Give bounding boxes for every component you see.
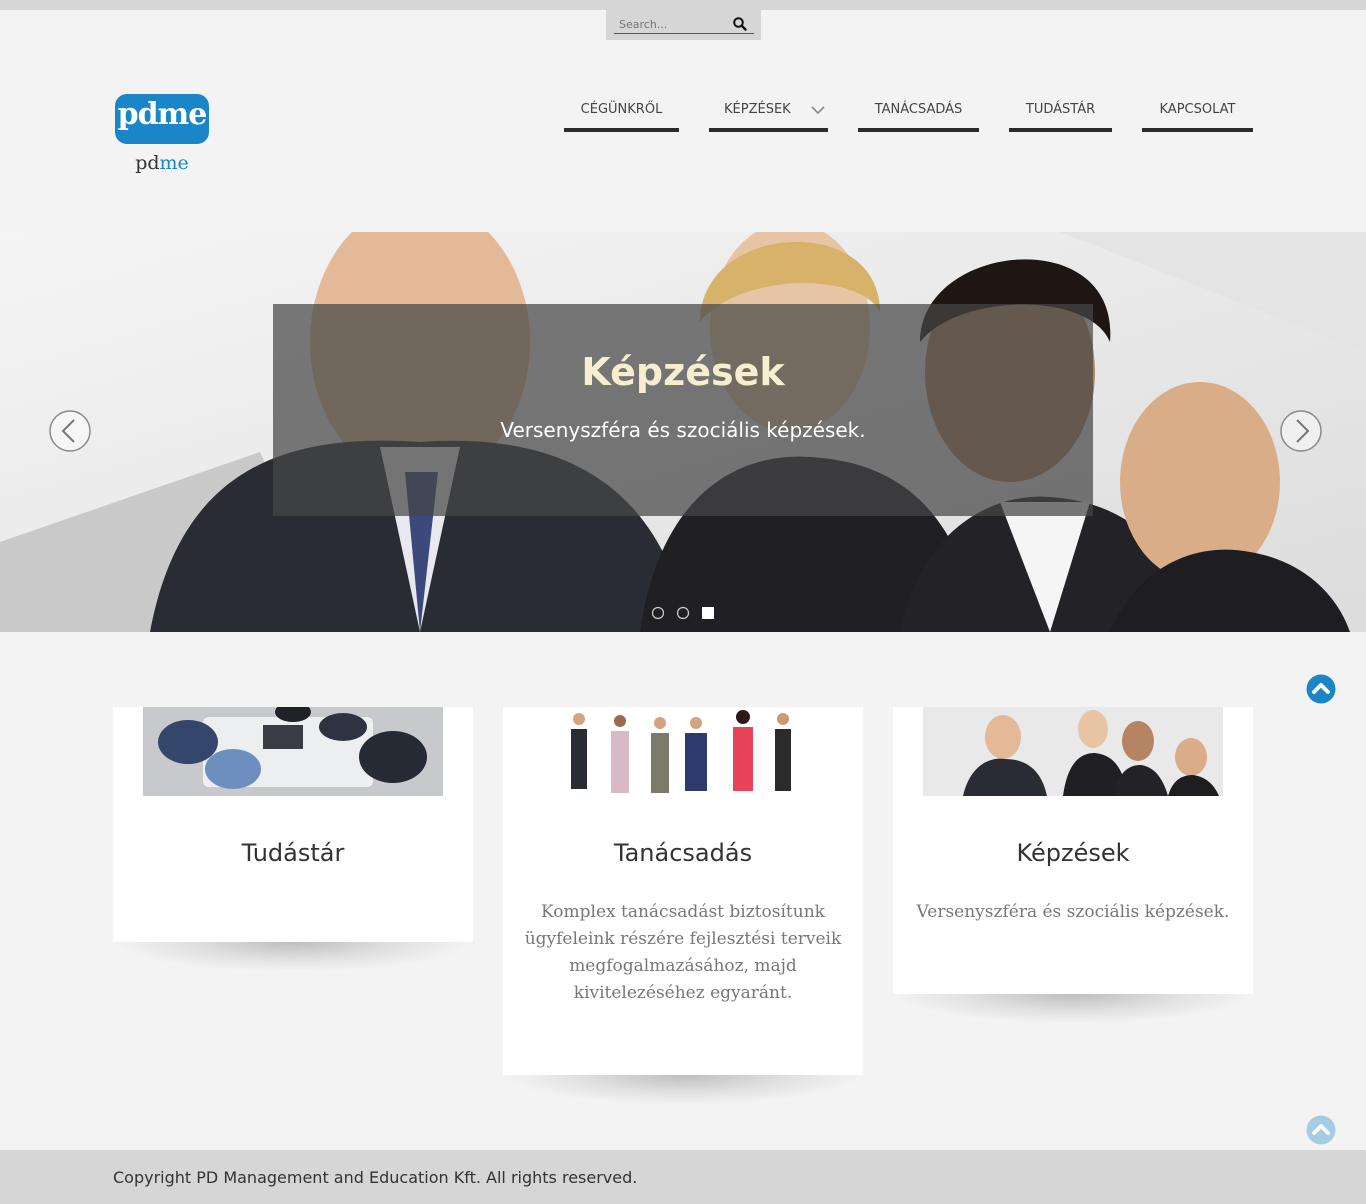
card-image [533,707,833,796]
chevron-left-icon[interactable] [49,410,91,452]
slider-dots[interactable] [650,606,720,620]
nav-item-kepzesek[interactable]: KÉPZÉSEK [709,98,828,132]
logo-subtitle: pdme [115,152,209,174]
nav-item-label: KAPCSOLAT [1159,102,1236,117]
search-underline [614,33,754,34]
card-title: Képzések [1016,839,1130,867]
nav-item-tudastar[interactable]: TUDÁSTÁR [1009,98,1112,132]
nav-item-label: TANÁCSADÁS [874,102,963,117]
card-image [143,707,443,796]
nav-item-cegunkrol[interactable]: CÉGÜNKRŐL [564,98,679,132]
chevron-down-icon [811,106,825,115]
card-title: Tanácsadás [613,839,753,867]
nav-item-label: KÉPZÉSEK [724,102,791,117]
card-kepzesek[interactable]: Képzések Versenyszféra és szociális képz… [893,707,1253,994]
card-tanacsadas[interactable]: Tanácsadás Komplex tanácsadást biztosítu… [503,707,863,1075]
card-shadow [893,994,1253,1024]
logo-sub-pd: pd [135,152,160,174]
nav-item-label: CÉGÜNKRŐL [580,102,663,117]
search-box [606,10,761,40]
logo-badge: pdme [115,94,209,144]
chevron-up-icon[interactable] [1306,674,1336,704]
card-text: Komplex tanácsadást biztosítunk ügyfelei… [524,902,842,1003]
search-icon[interactable] [732,16,748,32]
chevron-right-icon[interactable] [1280,410,1322,452]
footer: Copyright PD Management and Education Kf… [0,1150,1366,1204]
card-title: Tudástár [241,839,345,867]
slider-dot [676,606,690,620]
site-logo[interactable]: pdme pdme [115,94,210,179]
slider-dot-active [702,607,714,619]
nav-item-label: TUDÁSTÁR [1025,102,1096,117]
slider-text: Versenyszféra és szociális képzések. [500,418,866,442]
logo-sub-me: me [159,152,189,174]
search-input[interactable] [614,14,726,34]
top-bar [0,0,1366,10]
nav-item-tanacsadas[interactable]: TANÁCSADÁS [858,98,979,132]
slider-title: Képzések [581,350,785,394]
slider-dot [651,606,665,620]
slider-caption: Képzések Versenyszféra és szociális képz… [273,304,1093,516]
footer-copyright: Copyright PD Management and Education Kf… [113,1168,638,1187]
card-shadow [503,1075,863,1105]
card-tudastar[interactable]: Tudástár [113,707,473,942]
card-shadow [113,942,473,972]
hero-slider: Képzések Versenyszféra és szociális képz… [0,232,1366,632]
card-image [923,707,1223,796]
chevron-up-icon[interactable] [1306,1115,1336,1145]
card-text: Versenyszféra és szociális képzések. [916,902,1230,922]
nav-item-kapcsolat[interactable]: KAPCSOLAT [1142,98,1253,132]
logo-badge-text: pdme [117,97,208,132]
